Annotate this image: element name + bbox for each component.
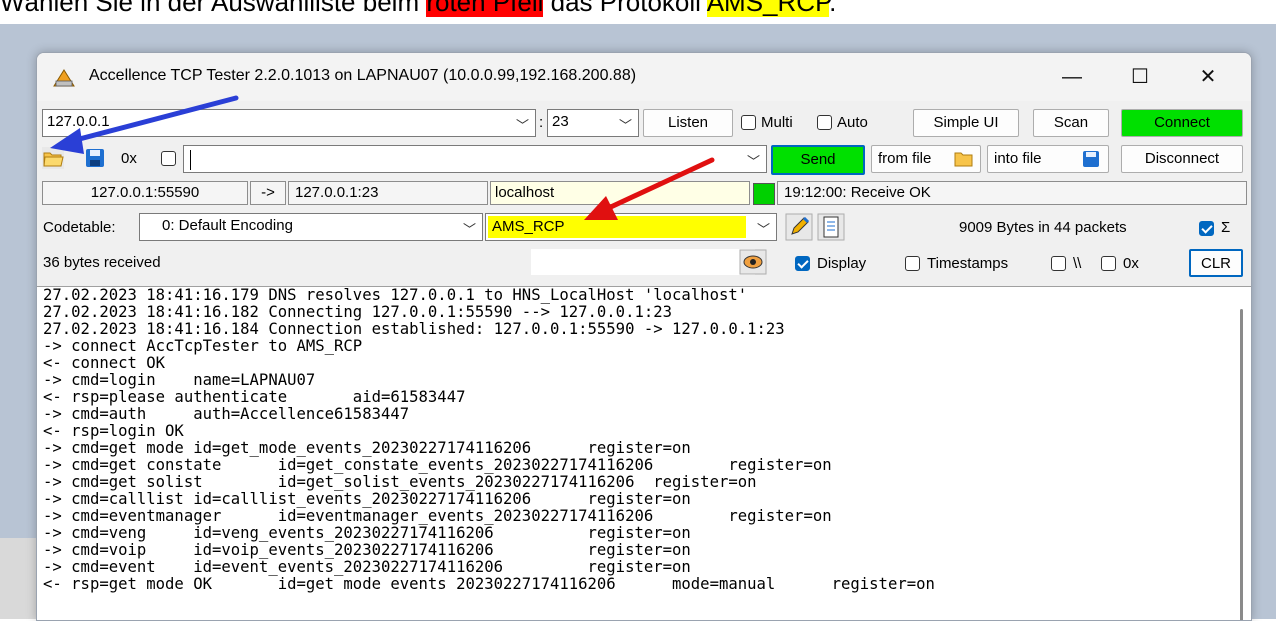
red-arrow <box>584 157 715 220</box>
annotation-overlay <box>50 95 715 220</box>
blue-arrow <box>50 95 239 154</box>
